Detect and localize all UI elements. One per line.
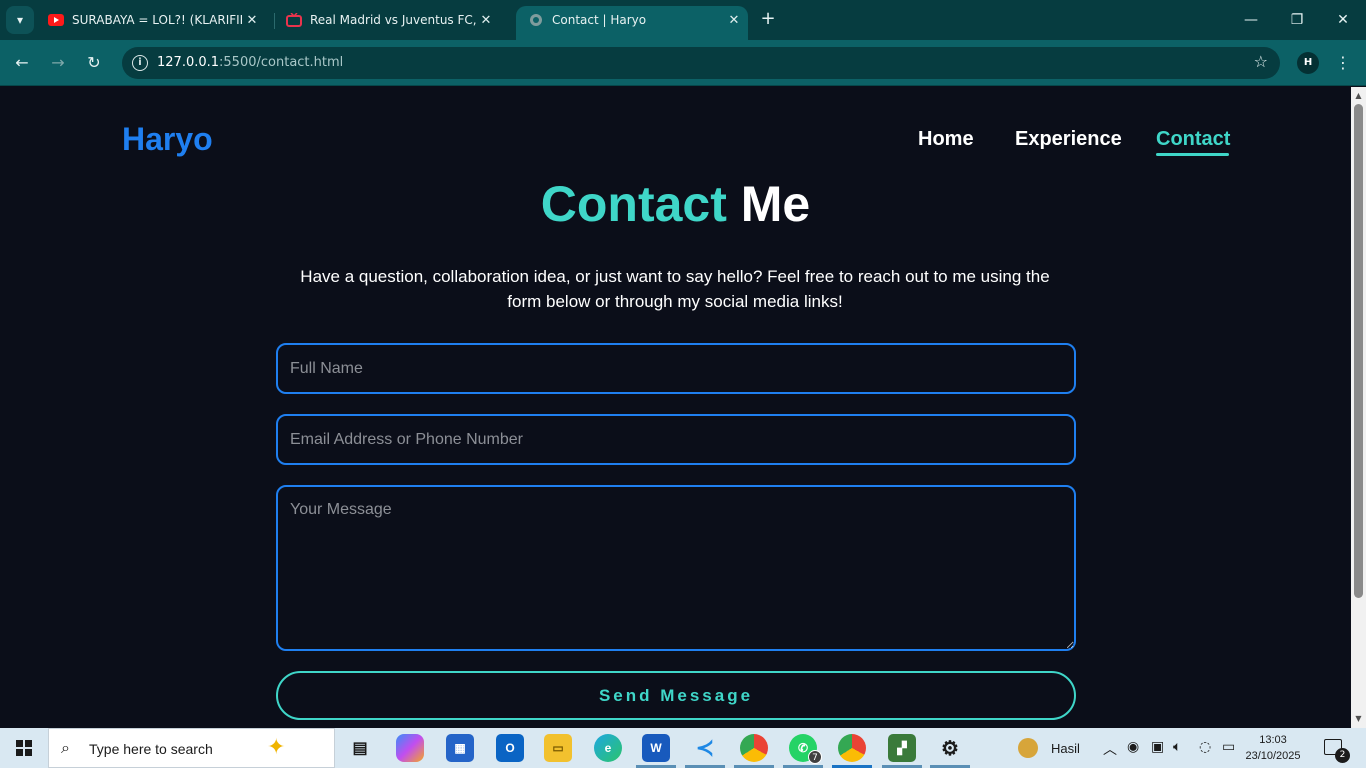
sparkle-icon: ✦ — [267, 735, 286, 760]
minimize-icon: — — [1244, 12, 1258, 28]
bookmark-star-icon[interactable]: ☆ — [1254, 52, 1268, 71]
taskbar-search-box[interactable]: ⌕ Type here to search ✦ — [48, 728, 335, 768]
camera-icon[interactable]: ▣ — [1151, 739, 1164, 755]
page-title-rest: Me — [740, 176, 811, 232]
page-content: Haryo Home Experience Contact Contact Me… — [0, 87, 1351, 728]
arrow-left-icon: ← — [15, 53, 29, 72]
close-window-button[interactable]: ✕ — [1320, 8, 1366, 32]
chrome-icon[interactable] — [740, 734, 768, 762]
intro-line-2: form below or through my social media li… — [507, 292, 843, 311]
record-icon[interactable]: ◉ — [1127, 739, 1139, 755]
tab-title: SURABAYA = LOL?! (KLARIFIKASI — [72, 13, 242, 27]
search-icon: ⌕ — [61, 738, 70, 757]
microsoft-store-icon[interactable]: ▦ — [446, 734, 474, 762]
edge-icon[interactable]: e — [594, 734, 622, 762]
url-path: :5500/contact.html — [219, 55, 344, 70]
youtube-icon — [48, 12, 64, 28]
full-name-input[interactable] — [276, 343, 1076, 394]
network-icon[interactable]: ◌ — [1199, 739, 1211, 755]
app-icon[interactable]: ▞ — [888, 734, 916, 762]
chevron-down-icon: ▾ — [16, 13, 24, 27]
restore-icon: ❐ — [1290, 12, 1304, 28]
tab-search-button[interactable]: ▾ — [6, 6, 34, 34]
send-message-button[interactable]: Send Message — [276, 671, 1076, 720]
message-textarea[interactable] — [276, 485, 1076, 651]
tv-icon — [286, 12, 302, 28]
page-title: Contact Me — [0, 175, 1351, 233]
chevron-up-icon[interactable]: ︿ — [1103, 739, 1117, 759]
system-clock[interactable]: 13:03 23/10/2025 — [1240, 732, 1306, 764]
restore-button[interactable]: ❐ — [1274, 8, 1320, 32]
url-host: 127.0.0.1 — [157, 55, 220, 70]
nav-contact[interactable]: Contact — [1156, 128, 1230, 151]
copilot-icon[interactable] — [396, 734, 424, 762]
site-logo[interactable]: Haryo — [122, 121, 213, 158]
tab-real-madrid[interactable]: Real Madrid vs Juventus FC, Liga ✕ — [274, 6, 510, 34]
minimize-button[interactable]: — — [1228, 8, 1274, 32]
site-info-icon[interactable]: i — [132, 55, 148, 71]
page-scrollbar[interactable]: ▲ ▼ — [1351, 87, 1366, 728]
forward-button[interactable]: → — [46, 51, 70, 75]
windows-taskbar: ⌕ Type here to search ✦ ▤ ▦ O ▭ e W ≺ ✆ … — [0, 728, 1366, 768]
arrow-right-icon: → — [51, 53, 65, 72]
back-button[interactable]: ← — [10, 51, 34, 75]
chrome-profile-icon[interactable] — [838, 734, 866, 762]
active-nav-underline — [1156, 153, 1229, 156]
file-explorer-icon[interactable]: ▭ — [544, 734, 572, 762]
weather-ball-icon — [1018, 738, 1038, 758]
email-phone-input[interactable] — [276, 414, 1076, 465]
volume-icon[interactable]: 🔈︎ — [1173, 739, 1181, 755]
weather-widget[interactable]: Hasil — [1018, 738, 1080, 758]
new-tab-button[interactable]: + — [758, 8, 778, 32]
word-icon[interactable]: W — [642, 734, 670, 762]
browser-toolbar: ← → ↻ i 127.0.0.1:5500/contact.html ☆ H … — [0, 40, 1366, 86]
intro-line-1: Have a question, collaboration idea, or … — [300, 267, 1050, 286]
clock-time: 13:03 — [1259, 734, 1287, 746]
close-tab-icon[interactable]: ✕ — [724, 13, 744, 28]
nav-experience[interactable]: Experience — [1015, 128, 1122, 151]
tab-surabaya[interactable]: SURABAYA = LOL?! (KLARIFIKASI ✕ — [36, 6, 272, 34]
tab-contact-active[interactable]: Contact | Haryo ✕ — [516, 6, 748, 40]
whatsapp-badge: 7 — [808, 750, 822, 764]
reload-button[interactable]: ↻ — [82, 51, 106, 75]
weather-text: Hasil — [1051, 740, 1080, 756]
scroll-up-icon[interactable]: ▲ — [1351, 89, 1366, 103]
scroll-down-icon[interactable]: ▼ — [1351, 712, 1366, 726]
clock-date: 23/10/2025 — [1245, 750, 1301, 762]
battery-icon[interactable]: ▭ — [1222, 739, 1235, 755]
tab-title: Real Madrid vs Juventus FC, Liga — [310, 13, 476, 27]
vscode-icon[interactable]: ≺ — [691, 734, 719, 762]
settings-gear-icon[interactable]: ⚙ — [936, 734, 964, 762]
taskbar-search-placeholder: Type here to search — [89, 741, 213, 757]
browser-tab-strip: ▾ SURABAYA = LOL?! (KLARIFIKASI ✕ Real M… — [0, 0, 1366, 40]
nav-home[interactable]: Home — [918, 128, 974, 151]
tab-title: Contact | Haryo — [552, 13, 647, 27]
reload-icon: ↻ — [87, 53, 101, 72]
close-icon: ✕ — [1337, 12, 1349, 28]
notification-count-badge: 2 — [1335, 748, 1350, 763]
intro-text: Have a question, collaboration idea, or … — [270, 264, 1080, 314]
windows-start-icon[interactable] — [16, 740, 32, 756]
browser-menu-icon[interactable]: ⋮ — [1334, 52, 1352, 74]
close-tab-icon[interactable]: ✕ — [242, 13, 262, 28]
globe-icon — [528, 12, 544, 28]
address-bar[interactable]: i 127.0.0.1:5500/contact.html ☆ — [122, 47, 1280, 79]
plus-icon: + — [760, 8, 776, 29]
profile-avatar[interactable]: H — [1297, 52, 1319, 74]
scrollbar-thumb[interactable] — [1354, 104, 1363, 598]
close-tab-icon[interactable]: ✕ — [476, 13, 496, 28]
task-view-icon[interactable]: ▤ — [346, 734, 374, 762]
url-text[interactable]: 127.0.0.1:5500/contact.html — [157, 55, 343, 70]
page-title-accent: Contact — [540, 176, 727, 232]
outlook-icon[interactable]: O — [496, 734, 524, 762]
